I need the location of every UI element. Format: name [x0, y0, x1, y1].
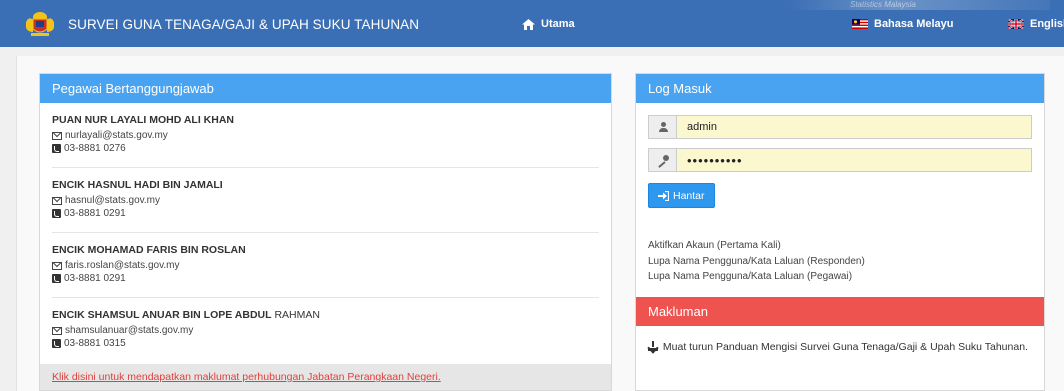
- login-panel-heading: Log Masuk: [636, 74, 1044, 103]
- account-links: Aktifkan Akaun (Pertama Kali) Lupa Nama …: [636, 208, 1044, 285]
- phone-icon: [52, 274, 61, 283]
- notice-prefix: Muat turun: [662, 340, 714, 353]
- officer-name-text: ENCIK SHAMSUL ANUAR BIN LOPE ABDUL: [52, 309, 272, 321]
- app-title: SURVEI GUNA TENAGA/GAJI & UPAH SUKU TAHU…: [68, 17, 420, 32]
- officer-phone: 03-8881 0291: [64, 273, 126, 284]
- officer-list: PUAN NUR LAYALI MOHD ALI KHAN nurlayali@…: [40, 103, 611, 362]
- officer-name: PUAN NUR LAYALI MOHD ALI KHAN: [52, 114, 599, 126]
- notice-body: Muat turun Panduan Mengisi Survei Guna T…: [636, 326, 1044, 368]
- key-icon: [657, 155, 669, 165]
- home-icon: [522, 18, 535, 30]
- officer-email-row: nurlayali@stats.gov.my: [52, 129, 599, 142]
- state-contact-bar: Klik disini untuk mendapatkan maklumat p…: [40, 364, 611, 390]
- officer-phone: 03-8881 0291: [64, 208, 126, 219]
- main-container: Pegawai Bertanggungjawab PUAN NUR LAYALI…: [16, 56, 1064, 391]
- officer-phone-row: 03-8881 0276: [52, 142, 599, 155]
- login-form: Hantar: [636, 103, 1044, 208]
- lang-ms-link[interactable]: Bahasa Melayu: [852, 18, 953, 30]
- officer-email-row: faris.roslan@stats.gov.my: [52, 259, 599, 272]
- phone-icon: [52, 209, 61, 218]
- state-contact-link[interactable]: Klik disini untuk mendapatkan maklumat p…: [52, 371, 441, 383]
- submit-label: Hantar: [673, 189, 705, 202]
- notice-heading: Makluman: [636, 296, 1044, 326]
- officer-email-row: hasnul@stats.gov.my: [52, 194, 599, 207]
- officer-name-text: ENCIK MOHAMAD FARIS BIN ROSLAN: [52, 244, 246, 256]
- officer-email[interactable]: faris.roslan@stats.gov.my: [65, 259, 179, 272]
- sign-in-icon: [658, 190, 669, 201]
- officer-phone-row: 03-8881 0291: [52, 272, 599, 285]
- uk-flag-icon: [1008, 19, 1024, 29]
- officer-name-suffix: RAHMAN: [271, 309, 320, 321]
- forgot-respondent-link[interactable]: Lupa Nama Pengguna/Kata Laluan (Responde…: [648, 254, 1032, 270]
- envelope-icon: [52, 196, 62, 205]
- password-addon: [648, 148, 676, 172]
- officer-card: ENCIK SHAMSUL ANUAR BIN LOPE ABDUL RAHMA…: [40, 298, 611, 362]
- envelope-icon: [52, 261, 62, 270]
- login-panel: Log Masuk Hantar Aktifkan Akaun (Pertama…: [635, 73, 1045, 391]
- officer-name: ENCIK SHAMSUL ANUAR BIN LOPE ABDUL RAHMA…: [52, 309, 599, 321]
- officer-name-text: ENCIK HASNUL HADI BIN JAMALI: [52, 179, 223, 191]
- officer-card: PUAN NUR LAYALI MOHD ALI KHAN nurlayali@…: [40, 103, 611, 167]
- coat-of-arms-logo[interactable]: [24, 10, 56, 38]
- officer-email[interactable]: shamsulanuar@stats.gov.my: [65, 324, 193, 337]
- officer-phone-row: 03-8881 0291: [52, 207, 599, 220]
- officer-email[interactable]: nurlayali@stats.gov.my: [65, 129, 168, 142]
- officer-card: ENCIK HASNUL HADI BIN JAMALI hasnul@stat…: [40, 168, 611, 232]
- officers-panel-heading: Pegawai Bertanggungjawab: [40, 74, 611, 103]
- phone-icon: [52, 339, 61, 348]
- malaysia-flag-icon: [852, 19, 868, 29]
- banner-decoration: [790, 0, 1050, 10]
- nav-home-link[interactable]: Utama: [522, 18, 575, 30]
- lang-ms-label: Bahasa Melayu: [874, 18, 954, 30]
- phone-icon: [52, 144, 61, 153]
- envelope-icon: [52, 326, 62, 335]
- officer-phone: 03-8881 0276: [64, 143, 126, 154]
- username-row: [648, 115, 1032, 139]
- guide-download-link[interactable]: Panduan Mengisi Survei Guna Tenaga/Gaji …: [716, 341, 1028, 353]
- lang-en-label: English: [1030, 18, 1064, 30]
- officers-panel: Pegawai Bertanggungjawab PUAN NUR LAYALI…: [39, 73, 612, 391]
- username-addon: [648, 115, 676, 139]
- officer-name: ENCIK MOHAMAD FARIS BIN ROSLAN: [52, 244, 599, 256]
- officer-email[interactable]: hasnul@stats.gov.my: [65, 194, 160, 207]
- password-row: [648, 148, 1032, 172]
- banner-text: Statistics Malaysia: [850, 0, 916, 9]
- forgot-officer-link[interactable]: Lupa Nama Pengguna/Kata Laluan (Pegawai): [648, 269, 1032, 285]
- envelope-icon: [52, 131, 62, 140]
- nav-home-label: Utama: [541, 18, 575, 30]
- activate-account-link[interactable]: Aktifkan Akaun (Pertama Kali): [648, 238, 1032, 254]
- officer-email-row: shamsulanuar@stats.gov.my: [52, 324, 599, 337]
- officer-name-text: PUAN NUR LAYALI MOHD ALI KHAN: [52, 114, 235, 126]
- download-icon: [648, 340, 658, 351]
- user-icon: [658, 122, 668, 132]
- top-navbar: Statistics Malaysia SURVEI GUNA TENAGA/G…: [0, 0, 1064, 47]
- officer-phone-row: 03-8881 0315: [52, 337, 599, 350]
- username-input[interactable]: [676, 115, 1032, 139]
- submit-button[interactable]: Hantar: [648, 183, 715, 208]
- officer-card: ENCIK MOHAMAD FARIS BIN ROSLAN faris.ros…: [40, 233, 611, 297]
- lang-en-link[interactable]: English: [1008, 18, 1064, 30]
- officer-phone: 03-8881 0315: [64, 338, 126, 349]
- password-input[interactable]: [676, 148, 1032, 172]
- officer-name: ENCIK HASNUL HADI BIN JAMALI: [52, 179, 599, 191]
